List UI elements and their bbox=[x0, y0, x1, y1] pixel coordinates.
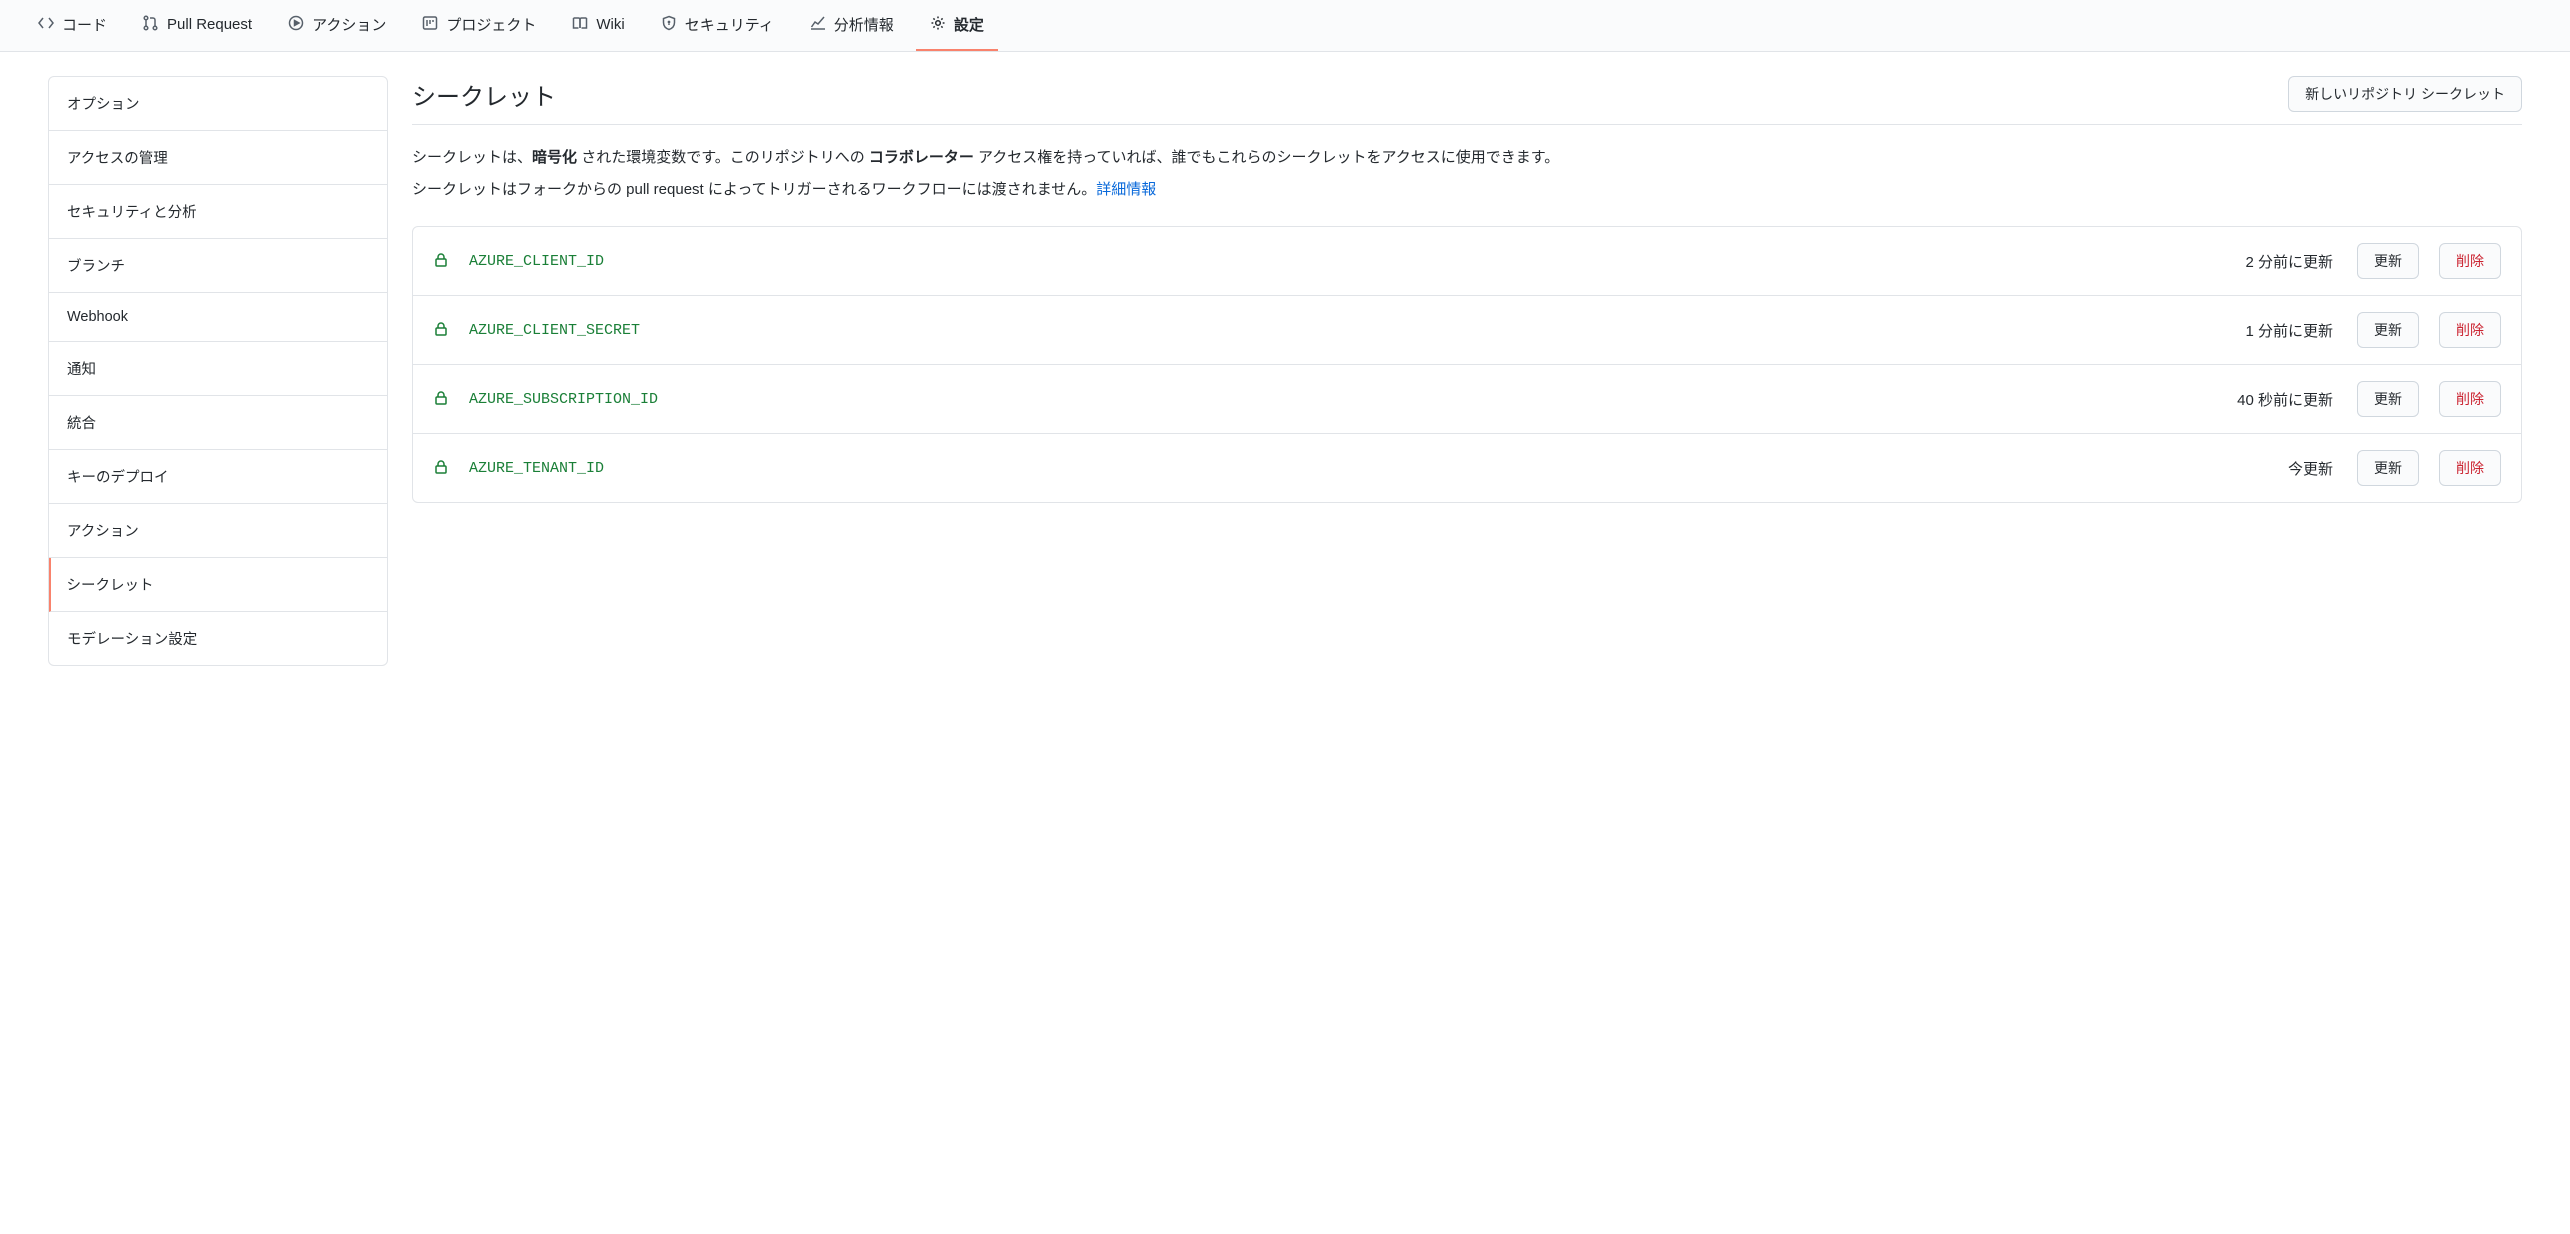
sidebar-webhook[interactable]: Webhook bbox=[49, 293, 387, 342]
desc-text: シークレットは、 bbox=[412, 149, 532, 166]
tab-pull-request[interactable]: Pull Request bbox=[129, 0, 266, 51]
secret-row: AZURE_CLIENT_SECRET 1 分前に更新 更新削除 bbox=[413, 296, 2521, 365]
secret-updated-text: 1 分前に更新 bbox=[2245, 320, 2333, 341]
page-title: シークレット bbox=[412, 77, 556, 112]
description-block: シークレットは、暗号化 された環境変数です。このリポジトリへの コラボレーター … bbox=[412, 145, 2522, 202]
sidebar-security-analysis[interactable]: セキュリティと分析 bbox=[49, 185, 387, 239]
sidebar-moderation[interactable]: モデレーション設定 bbox=[49, 612, 387, 665]
secret-name[interactable]: AZURE_CLIENT_SECRET bbox=[469, 322, 2233, 339]
play-icon bbox=[288, 15, 304, 35]
secrets-list: AZURE_CLIENT_ID2 分前に更新更新削除AZURE_CLIENT_S… bbox=[412, 226, 2522, 503]
tabnav-label: プロジェクト bbox=[446, 14, 536, 35]
sidebar-actions[interactable]: アクション bbox=[49, 504, 387, 558]
desc-bold-collaborator: コラボレーター bbox=[869, 149, 974, 166]
delete-secret-button[interactable]: 削除 bbox=[2439, 450, 2501, 486]
graph-icon bbox=[810, 15, 826, 35]
update-secret-button[interactable]: 更新 bbox=[2357, 450, 2419, 486]
project-icon bbox=[422, 15, 438, 35]
secret-row: AZURE_SUBSCRIPTION_ID 40 秒前に更新 更新削除 bbox=[413, 365, 2521, 434]
delete-secret-button[interactable]: 削除 bbox=[2439, 312, 2501, 348]
delete-secret-button[interactable]: 削除 bbox=[2439, 381, 2501, 417]
sidebar-integrations[interactable]: 統合 bbox=[49, 396, 387, 450]
tabnav-label: アクション bbox=[312, 14, 386, 35]
update-secret-button[interactable]: 更新 bbox=[2357, 243, 2419, 279]
new-repository-secret-button[interactable]: 新しいリポジトリ シークレット bbox=[2288, 76, 2522, 112]
tab-projects[interactable]: プロジェクト bbox=[408, 0, 550, 51]
secret-row: AZURE_TENANT_ID 今更新 更新削除 bbox=[413, 434, 2521, 502]
secret-name[interactable]: AZURE_CLIENT_ID bbox=[469, 253, 2233, 270]
tab-actions[interactable]: アクション bbox=[274, 0, 400, 51]
tabnav-label: Wiki bbox=[596, 16, 624, 33]
gear-icon bbox=[930, 15, 946, 35]
secret-name[interactable]: AZURE_TENANT_ID bbox=[469, 460, 2276, 477]
tab-settings[interactable]: 設定 bbox=[916, 0, 998, 51]
sidebar-notifications[interactable]: 通知 bbox=[49, 342, 387, 396]
lock-icon bbox=[433, 252, 449, 271]
shield-icon bbox=[661, 15, 677, 35]
lock-icon bbox=[433, 390, 449, 409]
learn-more-link[interactable]: 詳細情報 bbox=[1096, 181, 1156, 198]
tabnav-label: コード bbox=[62, 14, 107, 35]
secret-name[interactable]: AZURE_SUBSCRIPTION_ID bbox=[469, 391, 2225, 408]
pr-icon bbox=[143, 15, 159, 35]
desc-text: アクセス権を持っていれば、誰でもこれらのシークレットをアクセスに使用できます。 bbox=[974, 149, 1559, 166]
tabnav-label: セキュリティ bbox=[685, 14, 774, 35]
update-secret-button[interactable]: 更新 bbox=[2357, 381, 2419, 417]
settings-sidebar: オプションアクセスの管理セキュリティと分析ブランチWebhook通知統合キーのデ… bbox=[48, 76, 388, 666]
tab-security[interactable]: セキュリティ bbox=[647, 0, 788, 51]
sidebar-access[interactable]: アクセスの管理 bbox=[49, 131, 387, 185]
repo-tabnav: コード Pull Request アクション プロジェクト Wiki セキュリティ 分析情報… bbox=[0, 0, 2570, 52]
secret-updated-text: 40 秒前に更新 bbox=[2237, 389, 2333, 410]
tab-insights[interactable]: 分析情報 bbox=[796, 0, 908, 51]
tabnav-label: 設定 bbox=[954, 14, 984, 35]
code-icon bbox=[38, 15, 54, 35]
tabnav-label: 分析情報 bbox=[834, 14, 894, 35]
tabnav-label: Pull Request bbox=[167, 16, 252, 33]
lock-icon bbox=[433, 321, 449, 340]
update-secret-button[interactable]: 更新 bbox=[2357, 312, 2419, 348]
secret-updated-text: 今更新 bbox=[2288, 458, 2333, 479]
delete-secret-button[interactable]: 削除 bbox=[2439, 243, 2501, 279]
tab-code[interactable]: コード bbox=[24, 0, 121, 51]
sidebar-deploy-keys[interactable]: キーのデプロイ bbox=[49, 450, 387, 504]
desc-text: シークレットはフォークからの pull request によってトリガーされるワ… bbox=[412, 181, 1096, 198]
desc-bold-encrypted: 暗号化 bbox=[532, 149, 577, 166]
lock-icon bbox=[433, 459, 449, 478]
book-icon bbox=[572, 15, 588, 35]
main-content: シークレット 新しいリポジトリ シークレット シークレットは、暗号化 された環境… bbox=[412, 76, 2522, 666]
tab-wiki[interactable]: Wiki bbox=[558, 0, 638, 51]
sidebar-branches[interactable]: ブランチ bbox=[49, 239, 387, 293]
secret-row: AZURE_CLIENT_ID 2 分前に更新 更新削除 bbox=[413, 227, 2521, 296]
sidebar-secrets[interactable]: シークレット bbox=[49, 558, 387, 612]
desc-text: された環境変数です。このリポジトリへの bbox=[577, 149, 869, 166]
sidebar-options[interactable]: オプション bbox=[49, 77, 387, 131]
secret-updated-text: 2 分前に更新 bbox=[2245, 251, 2333, 272]
